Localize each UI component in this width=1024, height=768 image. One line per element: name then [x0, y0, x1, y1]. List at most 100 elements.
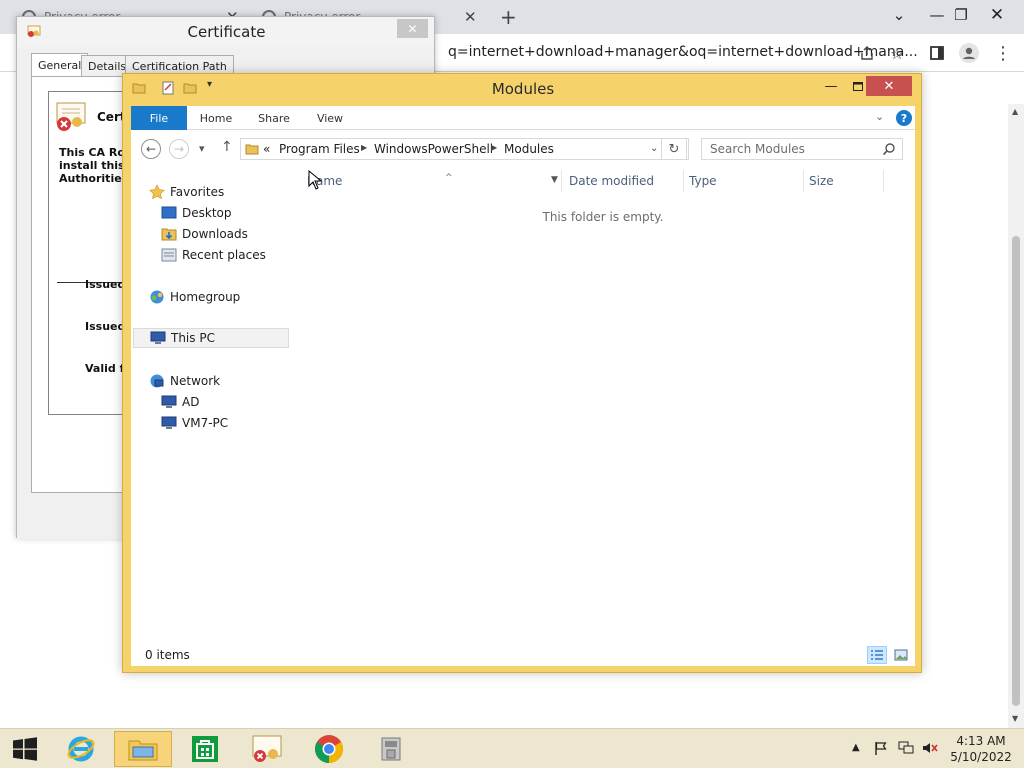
breadcrumb-modules[interactable]: Modules	[504, 142, 554, 156]
explorer-title: Modules	[491, 80, 555, 98]
up-button[interactable]: ↑	[221, 139, 233, 155]
start-button[interactable]	[2, 731, 48, 767]
nav-this-pc-label: This PC	[171, 331, 215, 345]
nav-downloads[interactable]: Downloads	[161, 224, 248, 244]
column-date-modified[interactable]: Date modified	[569, 174, 654, 188]
close-window-icon[interactable]: ✕	[978, 0, 1016, 30]
page-scrollbar[interactable]: ▲ ▼	[1008, 104, 1024, 728]
taskbar-clock[interactable]: 4:13 AM 5/10/2022	[950, 733, 1012, 765]
search-icon[interactable]	[882, 142, 896, 156]
status-bar: 0 items	[131, 642, 915, 666]
show-hidden-icons-icon[interactable]: ▲	[852, 742, 860, 753]
nav-this-pc[interactable]: This PC	[133, 328, 289, 348]
column-type[interactable]: Type	[689, 174, 717, 188]
breadcrumb-overflow[interactable]: «	[263, 142, 270, 156]
tab-file[interactable]: File	[131, 106, 187, 130]
taskbar-certificate[interactable]	[238, 731, 296, 767]
network-icon	[149, 373, 165, 389]
menu-kebab-icon[interactable]: ⋮	[992, 42, 1014, 64]
large-icons-view-icon	[894, 649, 908, 661]
search-box[interactable]	[701, 138, 903, 160]
ribbon-tabs: File Home Share View ⌄ ?	[131, 106, 915, 130]
network-tray-icon[interactable]	[898, 741, 914, 758]
action-center-flag-icon[interactable]	[874, 741, 888, 758]
tab-general[interactable]: General	[31, 53, 89, 77]
scrollbar-thumb[interactable]	[1012, 236, 1020, 706]
homegroup-icon	[149, 289, 165, 305]
nav-recent-places-label: Recent places	[182, 248, 266, 262]
scroll-up-icon[interactable]: ▲	[1012, 107, 1018, 116]
nav-desktop[interactable]: Desktop	[161, 203, 232, 223]
side-panel-icon[interactable]	[926, 42, 948, 64]
item-count: 0 items	[145, 648, 190, 662]
nav-network-vm7-pc-label: VM7-PC	[182, 416, 229, 430]
sort-ascending-icon: ^	[445, 173, 453, 183]
certificate-title: Certificate	[187, 23, 266, 41]
new-tab-button[interactable]: +	[496, 0, 526, 34]
ribbon-expand-icon[interactable]: ⌄	[875, 110, 884, 123]
bookmark-star-icon[interactable]: ☆	[886, 42, 908, 64]
nav-network-ad[interactable]: AD	[161, 392, 199, 412]
nav-desktop-label: Desktop	[182, 206, 232, 220]
taskbar-file-explorer[interactable]	[114, 731, 172, 767]
scroll-down-icon[interactable]: ▼	[1012, 714, 1018, 723]
breadcrumb-chevron-icon[interactable]: ▶	[491, 143, 497, 152]
address-dropdown-icon[interactable]: ⌄	[650, 143, 658, 154]
help-icon[interactable]: ?	[896, 110, 912, 126]
column-divider[interactable]	[683, 170, 684, 192]
taskbar-chrome[interactable]	[300, 731, 358, 767]
volume-muted-icon[interactable]	[922, 741, 938, 758]
computer-icon	[161, 415, 177, 431]
taskbar-store[interactable]	[176, 731, 234, 767]
minimize-icon[interactable]: —	[819, 76, 843, 96]
certificate-valid-from-label: Valid f	[85, 362, 125, 375]
nav-network[interactable]: Network	[149, 371, 220, 391]
breadcrumb-program-files[interactable]: Program Files	[279, 142, 360, 156]
breadcrumb-windowspowershell[interactable]: WindowsPowerShell	[374, 142, 493, 156]
nav-homegroup-label: Homegroup	[170, 290, 241, 304]
large-icons-view-button[interactable]	[891, 646, 911, 664]
computer-icon	[150, 330, 166, 346]
nav-favorites[interactable]: Favorites	[149, 182, 224, 202]
profile-avatar-icon[interactable]	[958, 42, 980, 64]
taskbar-internet-explorer[interactable]	[52, 731, 110, 767]
nav-homegroup[interactable]: Homegroup	[149, 287, 240, 307]
column-size[interactable]: Size	[809, 174, 834, 188]
refresh-button[interactable]: ↻	[661, 138, 687, 160]
certificate-issued-to-label: Issued	[85, 278, 126, 291]
tab-view[interactable]: View	[309, 106, 351, 130]
column-divider[interactable]	[561, 170, 562, 192]
folder-icon	[245, 144, 259, 155]
internet-explorer-icon	[67, 736, 95, 762]
chrome-icon	[315, 735, 343, 763]
breadcrumb-chevron-icon[interactable]: ▶	[361, 143, 367, 152]
tab-share[interactable]: Share	[253, 106, 295, 130]
search-input[interactable]	[702, 139, 880, 159]
nav-recent-places[interactable]: Recent places	[161, 245, 266, 265]
back-button[interactable]: ←	[141, 139, 161, 159]
share-icon[interactable]	[856, 42, 878, 64]
certificate-warning-icon	[55, 102, 87, 135]
column-name-dropdown-icon[interactable]: ▼	[551, 175, 558, 185]
recent-locations-icon[interactable]: ▾	[199, 142, 205, 155]
nav-network-vm7-pc[interactable]: VM7-PC	[161, 413, 228, 433]
restore-icon[interactable]: ❐	[942, 0, 980, 30]
file-explorer-icon	[128, 740, 158, 761]
omnibox-url[interactable]: q=internet+download+manager&oq=internet+…	[448, 44, 918, 60]
details-view-button[interactable]	[867, 646, 887, 664]
certificate-titlebar: Certificate ✕	[17, 17, 434, 47]
tab-home[interactable]: Home	[195, 106, 237, 130]
certificate-close-button[interactable]: ✕	[397, 19, 428, 38]
column-divider[interactable]	[883, 170, 884, 192]
explorer-close-button[interactable]: ✕	[866, 76, 912, 96]
certificate-issued-by-label: Issued	[85, 320, 126, 333]
close-tab-icon[interactable]: ✕	[464, 8, 477, 26]
desktop-icon	[161, 205, 177, 221]
taskbar-app[interactable]	[362, 731, 420, 767]
clock-time: 4:13 AM	[956, 734, 1006, 748]
downloads-folder-icon	[161, 226, 177, 242]
column-divider[interactable]	[803, 170, 804, 192]
forward-button[interactable]: →	[169, 139, 189, 159]
chevron-down-icon[interactable]: ⌄	[880, 0, 918, 30]
address-bar[interactable]: « Program Files ▶ WindowsPowerShell ▶ Mo…	[240, 138, 689, 160]
